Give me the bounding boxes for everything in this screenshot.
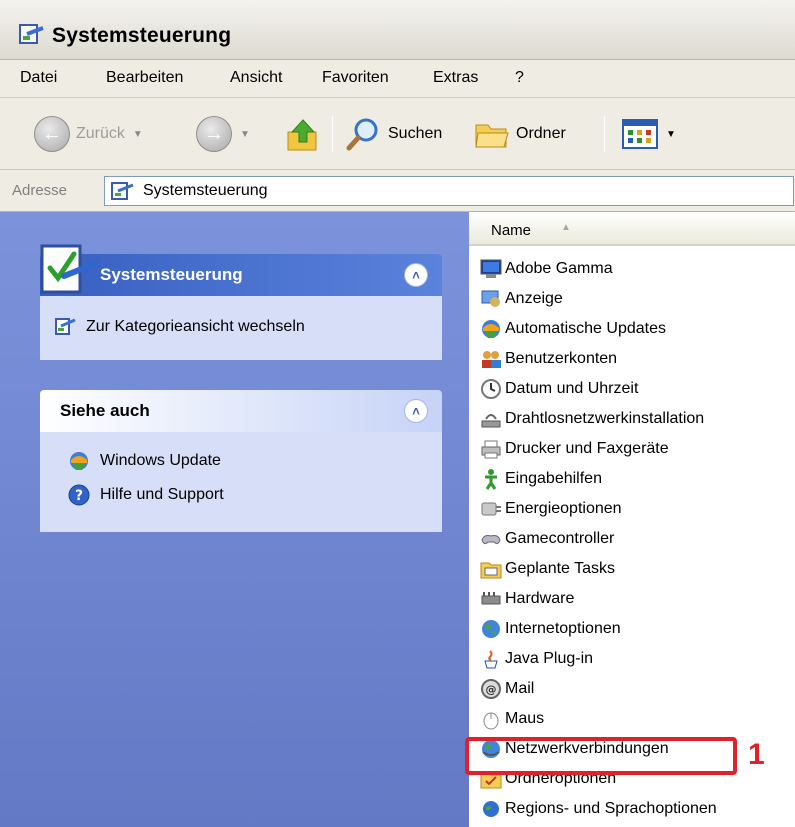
control-panel-large-icon xyxy=(40,244,97,294)
control-panel-icon xyxy=(111,182,134,200)
up-button[interactable] xyxy=(286,114,320,154)
toolbar-separator xyxy=(604,116,605,152)
system-panel-body: Zur Kategorieansicht wechseln xyxy=(40,296,442,360)
list-item-user-accounts[interactable]: Benutzerkonten xyxy=(479,344,617,374)
chevron-down-icon[interactable]: ▼ xyxy=(240,129,250,140)
clock-icon xyxy=(479,377,503,401)
list-item-accessibility[interactable]: Eingabehilfen xyxy=(479,464,602,494)
gamepad-icon xyxy=(479,527,503,551)
see-also-panel-body: Windows Update ? Hilfe und Support xyxy=(40,432,442,532)
display-icon xyxy=(479,287,503,311)
mouse-icon xyxy=(479,707,503,731)
title-bar: Systemsteuerung xyxy=(0,0,795,60)
help-icon: ? xyxy=(68,484,90,506)
collapse-icon[interactable]: ˄ xyxy=(404,399,428,423)
search-icon xyxy=(346,118,378,151)
list-item-anzeige[interactable]: Anzeige xyxy=(479,284,563,314)
sort-ascending-icon: ▲ xyxy=(561,222,571,233)
monitor-icon xyxy=(479,257,503,281)
list-item-regional-options[interactable]: Regions- und Sprachoptionen xyxy=(479,794,717,824)
list-item-java-plugin[interactable]: Java Plug-in xyxy=(479,644,593,674)
collapse-icon[interactable]: ˄ xyxy=(404,263,428,287)
mail-icon: @ xyxy=(479,677,503,701)
list-item-power-options[interactable]: Energieoptionen xyxy=(479,494,622,524)
windows-update-link[interactable]: Windows Update xyxy=(68,450,221,472)
folder-up-icon xyxy=(287,119,317,151)
forward-arrow-icon: → xyxy=(196,116,232,152)
name-column-header[interactable]: Name ▲ xyxy=(469,212,795,246)
toolbar-separator xyxy=(332,116,333,152)
list-item-hardware[interactable]: Hardware xyxy=(479,584,574,614)
globe-icon xyxy=(479,617,503,641)
windows-update-icon xyxy=(70,452,88,470)
chevron-down-icon[interactable]: ▼ xyxy=(133,129,143,140)
back-button[interactable]: ← Zurück ▼ xyxy=(34,114,143,154)
menu-bar: Datei Bearbeiten Ansicht Favoriten Extra… xyxy=(0,60,795,98)
control-panel-icon xyxy=(55,318,76,335)
highlight-box xyxy=(465,737,737,775)
address-input[interactable]: Systemsteuerung xyxy=(104,176,794,206)
callout-number: 1 xyxy=(748,738,765,771)
help-support-link[interactable]: ? Hilfe und Support xyxy=(68,484,224,506)
toolbar: ← Zurück ▼ → ▼ Suchen Ordner ▼ xyxy=(0,98,795,170)
printer-icon xyxy=(479,437,503,461)
menu-ansicht[interactable]: Ansicht xyxy=(230,69,282,87)
menu-datei[interactable]: Datei xyxy=(20,69,57,87)
views-button[interactable]: ▼ xyxy=(622,114,676,154)
address-bar: Adresse Systemsteuerung xyxy=(0,170,795,212)
menu-extras[interactable]: Extras xyxy=(433,69,478,87)
menu-favoriten[interactable]: Favoriten xyxy=(322,69,389,87)
system-panel-header[interactable]: Systemsteuerung ˄ xyxy=(40,254,442,296)
list-item-internet-options[interactable]: Internetoptionen xyxy=(479,614,621,644)
list-item-date-time[interactable]: Datum und Uhrzeit xyxy=(479,374,638,404)
address-label: Adresse xyxy=(12,182,68,199)
menu-bearbeiten[interactable]: Bearbeiten xyxy=(106,69,183,87)
switch-category-view-link[interactable]: Zur Kategorieansicht wechseln xyxy=(54,316,305,338)
list-item-adobe-gamma[interactable]: Adobe Gamma xyxy=(479,254,613,284)
java-icon xyxy=(479,647,503,671)
list-item-mouse[interactable]: Maus xyxy=(479,704,544,734)
forward-button[interactable]: → ▼ xyxy=(196,114,250,154)
chevron-down-icon[interactable]: ▼ xyxy=(666,129,676,140)
back-arrow-icon: ← xyxy=(34,116,70,152)
wireless-icon xyxy=(479,407,503,431)
list-item-mail[interactable]: @ Mail xyxy=(479,674,534,704)
see-also-title: Siehe auch xyxy=(60,401,150,420)
list-item-automatic-updates[interactable]: Automatische Updates xyxy=(479,314,666,344)
menu-help[interactable]: ? xyxy=(515,69,524,87)
search-button[interactable]: Suchen xyxy=(346,114,442,154)
accessibility-icon xyxy=(479,467,503,491)
views-icon xyxy=(622,119,658,149)
address-value: Systemsteuerung xyxy=(143,182,268,199)
tasks-folder-icon xyxy=(479,557,503,581)
svg-text:?: ? xyxy=(75,488,83,504)
list-item-scheduled-tasks[interactable]: Geplante Tasks xyxy=(479,554,615,584)
file-list: Name ▲ Adobe Gamma Anzeige Automatische … xyxy=(469,212,795,827)
system-panel-title: Systemsteuerung xyxy=(100,265,243,284)
regional-globe-icon xyxy=(479,797,503,821)
window-title: Systemsteuerung xyxy=(52,24,232,47)
control-panel-icon xyxy=(19,24,44,44)
list-item-game-controllers[interactable]: Gamecontroller xyxy=(479,524,614,554)
users-icon xyxy=(479,347,503,371)
hardware-icon xyxy=(479,587,503,611)
power-icon xyxy=(479,497,503,521)
svg-text:@: @ xyxy=(486,683,497,696)
folder-icon xyxy=(475,124,509,148)
see-also-panel-header[interactable]: Siehe auch ˄ xyxy=(40,390,442,432)
list-item-wireless-setup[interactable]: Drahtlosnetzwerkinstallation xyxy=(479,404,704,434)
list-item-printers-faxes[interactable]: Drucker und Faxgeräte xyxy=(479,434,669,464)
windows-update-icon xyxy=(479,317,503,341)
folders-button[interactable]: Ordner xyxy=(474,114,566,154)
